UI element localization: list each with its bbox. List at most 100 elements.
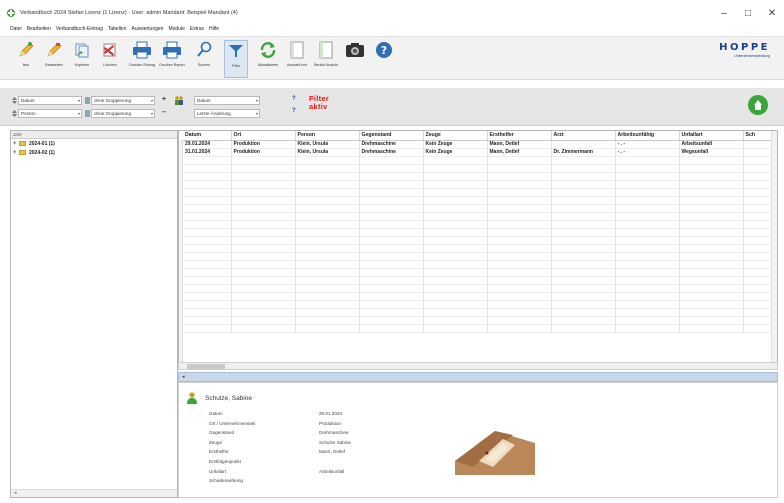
- table-cell[interactable]: [359, 228, 424, 237]
- table-cell[interactable]: [423, 196, 488, 205]
- table-row[interactable]: [183, 228, 772, 237]
- table-cell[interactable]: [487, 292, 552, 301]
- table-cell[interactable]: [551, 204, 616, 213]
- table-cell[interactable]: [487, 228, 552, 237]
- table-cell[interactable]: [615, 284, 680, 293]
- column-header[interactable]: Ort: [231, 131, 296, 141]
- table-cell[interactable]: [679, 188, 744, 197]
- table-cell[interactable]: - . -: [615, 148, 680, 157]
- refresh-button[interactable]: Aktualisieren: [256, 40, 280, 78]
- print-report-button[interactable]: Drucken Report: [159, 40, 185, 78]
- table-cell[interactable]: [359, 324, 424, 333]
- table-cell[interactable]: [615, 228, 680, 237]
- table-cell[interactable]: [743, 220, 772, 229]
- table-cell[interactable]: [551, 172, 616, 181]
- table-cell[interactable]: [231, 252, 296, 261]
- table-cell[interactable]: [423, 284, 488, 293]
- table-cell[interactable]: [679, 268, 744, 277]
- table-cell[interactable]: [295, 188, 360, 197]
- column-header[interactable]: Unfallart: [679, 131, 744, 141]
- table-cell[interactable]: [295, 300, 360, 309]
- table-cell[interactable]: [743, 140, 772, 149]
- column-header[interactable]: Gegenstand: [359, 131, 424, 141]
- maximize-button[interactable]: □: [736, 0, 760, 26]
- table-cell[interactable]: [423, 276, 488, 285]
- table-cell[interactable]: [183, 252, 232, 261]
- table-cell[interactable]: [359, 212, 424, 221]
- table-cell[interactable]: [615, 276, 680, 285]
- table-cell[interactable]: [551, 324, 616, 333]
- table-cell[interactable]: [423, 164, 488, 173]
- column-header[interactable]: Arbeitsunfähig: [615, 131, 680, 141]
- table-cell[interactable]: [231, 308, 296, 317]
- table-cell[interactable]: [679, 300, 744, 309]
- table-cell[interactable]: Mann, Detlef: [487, 148, 552, 157]
- table-cell[interactable]: [423, 156, 488, 165]
- table-cell[interactable]: - . -: [615, 140, 680, 149]
- table-cell[interactable]: [487, 252, 552, 261]
- table-cell[interactable]: [551, 316, 616, 325]
- table-cell[interactable]: [615, 156, 680, 165]
- table-cell[interactable]: [615, 300, 680, 309]
- table-row[interactable]: [183, 252, 772, 261]
- table-cell[interactable]: [359, 180, 424, 189]
- table-cell[interactable]: [679, 228, 744, 237]
- table-cell[interactable]: [487, 308, 552, 317]
- table-cell[interactable]: [743, 204, 772, 213]
- menu-module[interactable]: Module: [168, 26, 184, 36]
- table-cell[interactable]: [295, 156, 360, 165]
- table-cell[interactable]: [615, 324, 680, 333]
- table-cell[interactable]: [551, 236, 616, 245]
- table-cell[interactable]: [183, 284, 232, 293]
- table-cell[interactable]: [615, 236, 680, 245]
- menu-tabellen[interactable]: Tabellen: [108, 26, 127, 36]
- table-cell[interactable]: [183, 204, 232, 213]
- table-cell[interactable]: [183, 292, 232, 301]
- table-cell[interactable]: [359, 196, 424, 205]
- export-button[interactable]: [748, 95, 768, 115]
- table-cell[interactable]: [231, 164, 296, 173]
- table-cell[interactable]: [183, 172, 232, 181]
- minimize-button[interactable]: –: [712, 0, 736, 26]
- menu-datei[interactable]: Datei: [10, 26, 22, 36]
- table-cell[interactable]: [551, 252, 616, 261]
- table-cell[interactable]: [551, 228, 616, 237]
- table-cell[interactable]: [615, 196, 680, 205]
- table-cell[interactable]: [743, 324, 772, 333]
- table-cell[interactable]: [359, 252, 424, 261]
- table-cell[interactable]: [231, 300, 296, 309]
- table-cell[interactable]: [359, 244, 424, 253]
- tree-horizontal-scrollbar[interactable]: ◂: [11, 489, 177, 497]
- grid-horizontal-scrollbar[interactable]: [178, 362, 778, 370]
- table-cell[interactable]: [487, 204, 552, 213]
- table-cell[interactable]: [423, 260, 488, 269]
- table-cell[interactable]: [295, 204, 360, 213]
- table-cell[interactable]: [183, 244, 232, 253]
- table-cell[interactable]: [551, 164, 616, 173]
- table-cell[interactable]: [183, 324, 232, 333]
- table-row[interactable]: [183, 244, 772, 253]
- table-row[interactable]: [183, 308, 772, 317]
- table-cell[interactable]: [551, 300, 616, 309]
- table-cell[interactable]: [615, 212, 680, 221]
- table-cell[interactable]: [183, 220, 232, 229]
- table-cell[interactable]: [359, 276, 424, 285]
- table-cell[interactable]: [359, 316, 424, 325]
- filter-button[interactable]: Filter: [224, 40, 248, 78]
- column-header[interactable]: Sch: [743, 131, 772, 141]
- table-cell[interactable]: [183, 276, 232, 285]
- table-row[interactable]: [183, 164, 772, 173]
- table-row[interactable]: [183, 260, 772, 269]
- table-cell[interactable]: [615, 204, 680, 213]
- table-cell[interactable]: [231, 220, 296, 229]
- table-cell[interactable]: [359, 172, 424, 181]
- table-cell[interactable]: [551, 212, 616, 221]
- table-cell[interactable]: [183, 196, 232, 205]
- grouping-select-1[interactable]: ohne Gruppierung ▾: [91, 96, 155, 105]
- table-cell[interactable]: [615, 172, 680, 181]
- table-cell[interactable]: [231, 236, 296, 245]
- grouping-select-2[interactable]: ohne Gruppierung ▾: [91, 109, 155, 118]
- filter-value-2[interactable]: Letzte Änderung ▾: [194, 109, 260, 118]
- table-cell[interactable]: [231, 260, 296, 269]
- table-cell[interactable]: [679, 180, 744, 189]
